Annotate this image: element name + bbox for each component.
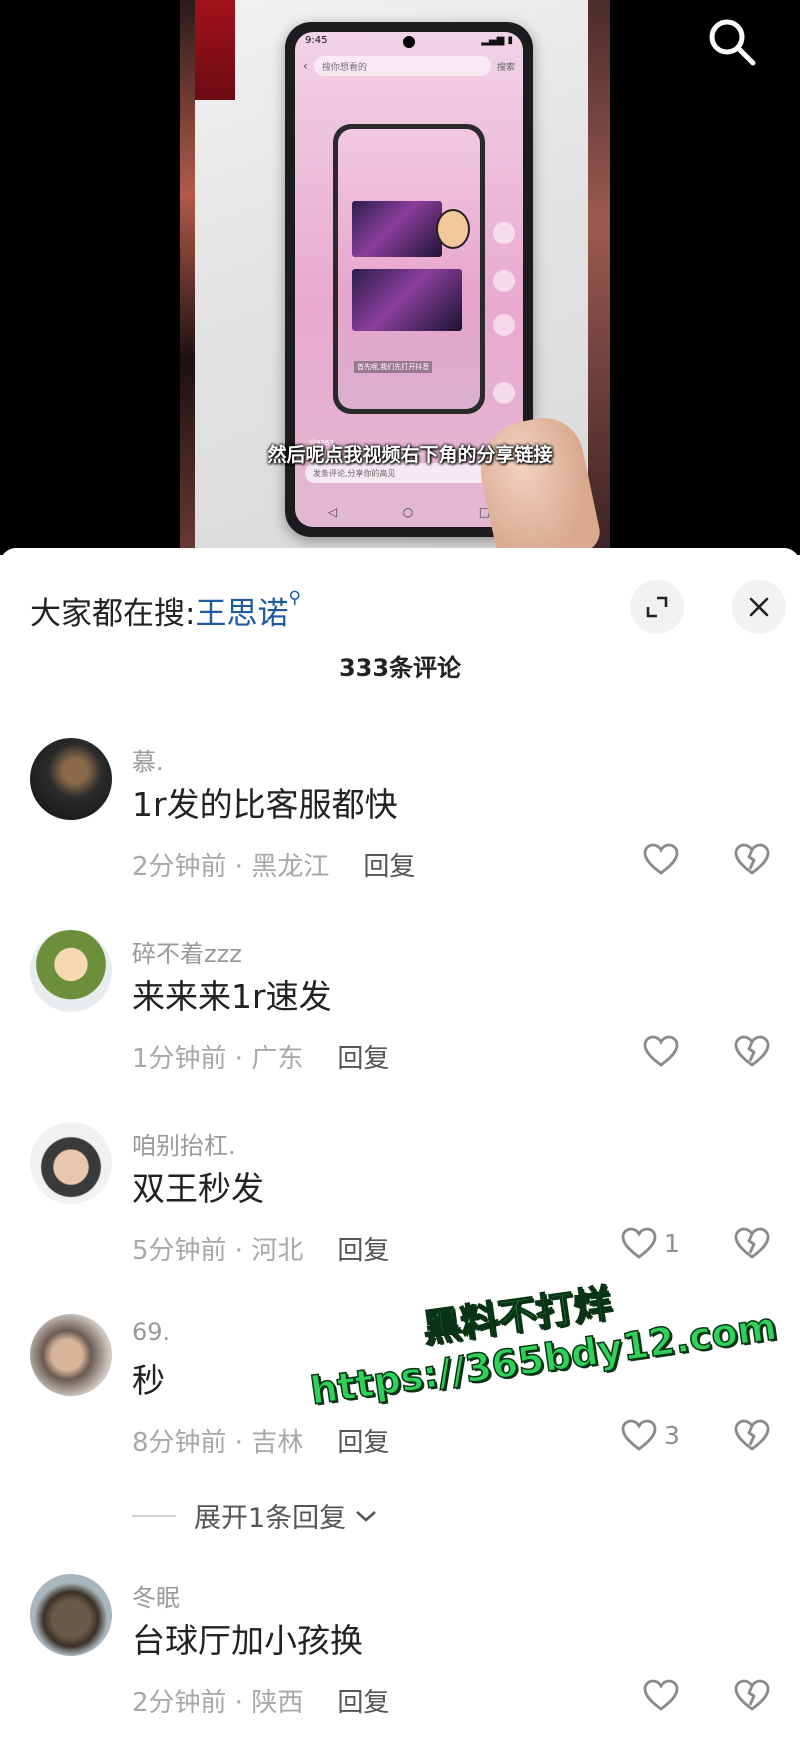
camera-hole bbox=[403, 36, 415, 48]
nested-phone-screen: 首先呢,我们先打开抖音 bbox=[338, 129, 480, 409]
nav-back-icon: ◁ bbox=[327, 505, 338, 519]
expand-icon bbox=[646, 596, 668, 618]
comment-username[interactable]: 碎不着zzz bbox=[132, 934, 242, 969]
search-icon: ⚲ bbox=[288, 588, 301, 608]
nav-home-icon: ○ bbox=[402, 505, 414, 519]
video-thumbnail bbox=[352, 201, 442, 257]
comment-meta: 1分钟前 · 广东 回复 bbox=[132, 1038, 389, 1075]
avatar[interactable] bbox=[30, 1314, 112, 1396]
video-thumbnail bbox=[352, 269, 462, 331]
trending-term[interactable]: 王思诺 bbox=[195, 596, 288, 632]
comment-text: 台球厅加小孩换 bbox=[132, 1621, 363, 1660]
comment-text: 1r发的比客服都快 bbox=[132, 785, 398, 824]
inner-search-box: 搜你想看的 bbox=[313, 56, 491, 76]
comment-count: 333条评论 bbox=[338, 654, 462, 682]
avatar[interactable] bbox=[30, 1574, 112, 1656]
chevron-down-icon bbox=[356, 1510, 377, 1522]
comment-username[interactable]: 咱别抬杠. bbox=[132, 1126, 236, 1161]
fabric-edge bbox=[588, 0, 610, 555]
comment-username[interactable]: 69. bbox=[132, 1318, 170, 1346]
comment-meta: 2分钟前 · 黑龙江 回复 bbox=[132, 846, 415, 883]
comment-meta: 8分钟前 · 吉林 回复 bbox=[132, 1422, 389, 1459]
expand-replies-label: 展开1条回复 bbox=[194, 1503, 347, 1534]
close-icon bbox=[749, 597, 769, 617]
comment-text: 秒 bbox=[132, 1361, 165, 1400]
sheet-header: 大家都在搜:王思诺⚲ bbox=[30, 580, 786, 640]
broken-heart-icon[interactable] bbox=[733, 1418, 771, 1452]
comment-icon bbox=[493, 314, 515, 336]
comment-time-location: 2分钟前 · 黑龙江 bbox=[132, 852, 330, 882]
heart-icon bbox=[643, 1035, 679, 1067]
overlay-label: 首先呢,我们先打开抖音 bbox=[354, 361, 433, 373]
comment-time-location: 5分钟前 · 河北 bbox=[132, 1236, 304, 1266]
like-button[interactable] bbox=[642, 1034, 686, 1068]
close-button[interactable] bbox=[732, 580, 786, 634]
nested-phone: 首先呢,我们先打开抖音 bbox=[333, 124, 485, 414]
comment-username[interactable]: 冬眠 bbox=[132, 1578, 180, 1613]
like-count: 1 bbox=[664, 1228, 680, 1258]
like-count: 3 bbox=[664, 1420, 680, 1450]
video-player[interactable]: 9:45 ▂▄▆ ▮ ‹ 搜你想看的 搜索 首先呢,我们先打开抖音 @9363 … bbox=[0, 0, 800, 555]
comment-text: 双王秒发 bbox=[132, 1169, 264, 1208]
reply-button[interactable]: 回复 bbox=[363, 852, 415, 882]
broken-heart-icon[interactable] bbox=[733, 1678, 771, 1712]
broken-heart-icon[interactable] bbox=[733, 1034, 771, 1068]
reply-button[interactable]: 回复 bbox=[337, 1236, 389, 1266]
heart-icon bbox=[643, 1679, 679, 1711]
avatar-icon bbox=[493, 222, 515, 244]
avatar[interactable] bbox=[30, 1122, 112, 1204]
trending-search[interactable]: 大家都在搜:王思诺⚲ bbox=[30, 588, 301, 633]
heart-icon bbox=[621, 1227, 657, 1259]
search-icon[interactable] bbox=[706, 16, 758, 68]
like-button[interactable] bbox=[642, 842, 686, 876]
like-button[interactable]: 1 bbox=[620, 1226, 680, 1260]
reply-button[interactable]: 回复 bbox=[337, 1044, 389, 1074]
like-button[interactable] bbox=[642, 1678, 686, 1712]
reply-button[interactable]: 回复 bbox=[337, 1428, 389, 1458]
inner-search-row: ‹ 搜你想看的 搜索 bbox=[295, 50, 523, 82]
inner-search-button: 搜索 bbox=[496, 62, 515, 73]
comment-time-location: 8分钟前 · 吉林 bbox=[132, 1428, 304, 1458]
reply-button[interactable]: 回复 bbox=[337, 1688, 389, 1718]
back-icon: ‹ bbox=[303, 59, 308, 73]
like-button[interactable]: 3 bbox=[620, 1418, 680, 1452]
trending-prefix: 大家都在搜: bbox=[30, 596, 196, 632]
heart-icon bbox=[643, 843, 679, 875]
comment-meta: 5分钟前 · 河北 回复 bbox=[132, 1230, 389, 1267]
comments-sheet: 大家都在搜:王思诺⚲ 333条评论 慕. 1r发的比客服都快 2分钟前 · 黑龙… bbox=[0, 548, 800, 1741]
comment-time-location: 2分钟前 · 陕西 bbox=[132, 1688, 304, 1718]
comment-username[interactable]: 慕. bbox=[132, 742, 164, 777]
expand-button[interactable] bbox=[630, 580, 684, 634]
red-cloth bbox=[195, 0, 235, 100]
share-icon bbox=[493, 382, 515, 404]
comment-time-location: 1分钟前 · 广东 bbox=[132, 1044, 304, 1074]
broken-heart-icon[interactable] bbox=[733, 842, 771, 876]
cartoon-figure bbox=[436, 209, 470, 249]
comment-text: 来来来1r速发 bbox=[132, 977, 332, 1016]
heart-icon bbox=[621, 1419, 657, 1451]
comment-meta: 2分钟前 · 陕西 回复 bbox=[132, 1682, 389, 1719]
avatar[interactable] bbox=[30, 738, 112, 820]
status-icons: ▂▄▆ ▮ bbox=[481, 35, 513, 46]
avatar[interactable] bbox=[30, 930, 112, 1012]
heart-icon bbox=[493, 270, 515, 292]
video-subtitle: 然后呢点我视频右下角的分享链接 bbox=[267, 444, 553, 466]
divider bbox=[132, 1514, 176, 1517]
expand-replies-button[interactable]: 展开1条回复 bbox=[132, 1496, 378, 1535]
status-time: 9:45 bbox=[305, 35, 328, 46]
